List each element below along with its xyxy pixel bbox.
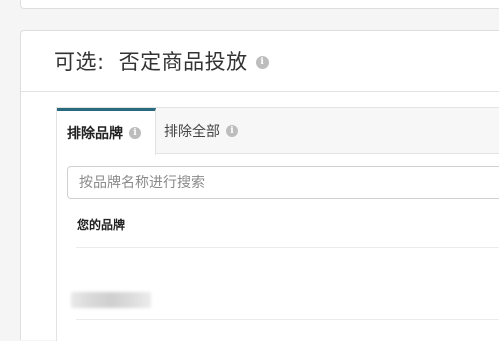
tab-label: 排除全部 <box>164 124 220 140</box>
redacted-brand-name <box>71 292 151 308</box>
brand-exclusion-panel: 排除品牌 i 排除全部 i 您的品牌 <box>56 107 499 341</box>
previous-card-bottom <box>20 0 499 9</box>
tab-exclude-all[interactable]: 排除全部 i <box>156 108 249 154</box>
divider <box>76 319 499 320</box>
your-brands-header: 您的品牌 <box>77 218 126 232</box>
brand-list-item[interactable] <box>71 248 499 319</box>
tab-exclude-brands[interactable]: 排除品牌 i <box>57 108 156 155</box>
tab-bar: 排除品牌 i 排除全部 i <box>57 108 499 155</box>
optional-label: 可选: <box>54 50 105 74</box>
brand-search-input[interactable] <box>67 166 499 199</box>
info-icon[interactable]: i <box>129 127 141 139</box>
tab-label: 排除品牌 <box>67 126 123 142</box>
header-title-group: 否定商品投放 i <box>105 46 269 76</box>
card-title: 否定商品投放 <box>118 50 248 74</box>
info-icon[interactable]: i <box>226 125 238 137</box>
card-header: 可选: 否定商品投放 i <box>21 31 499 92</box>
info-icon[interactable]: i <box>255 55 269 69</box>
